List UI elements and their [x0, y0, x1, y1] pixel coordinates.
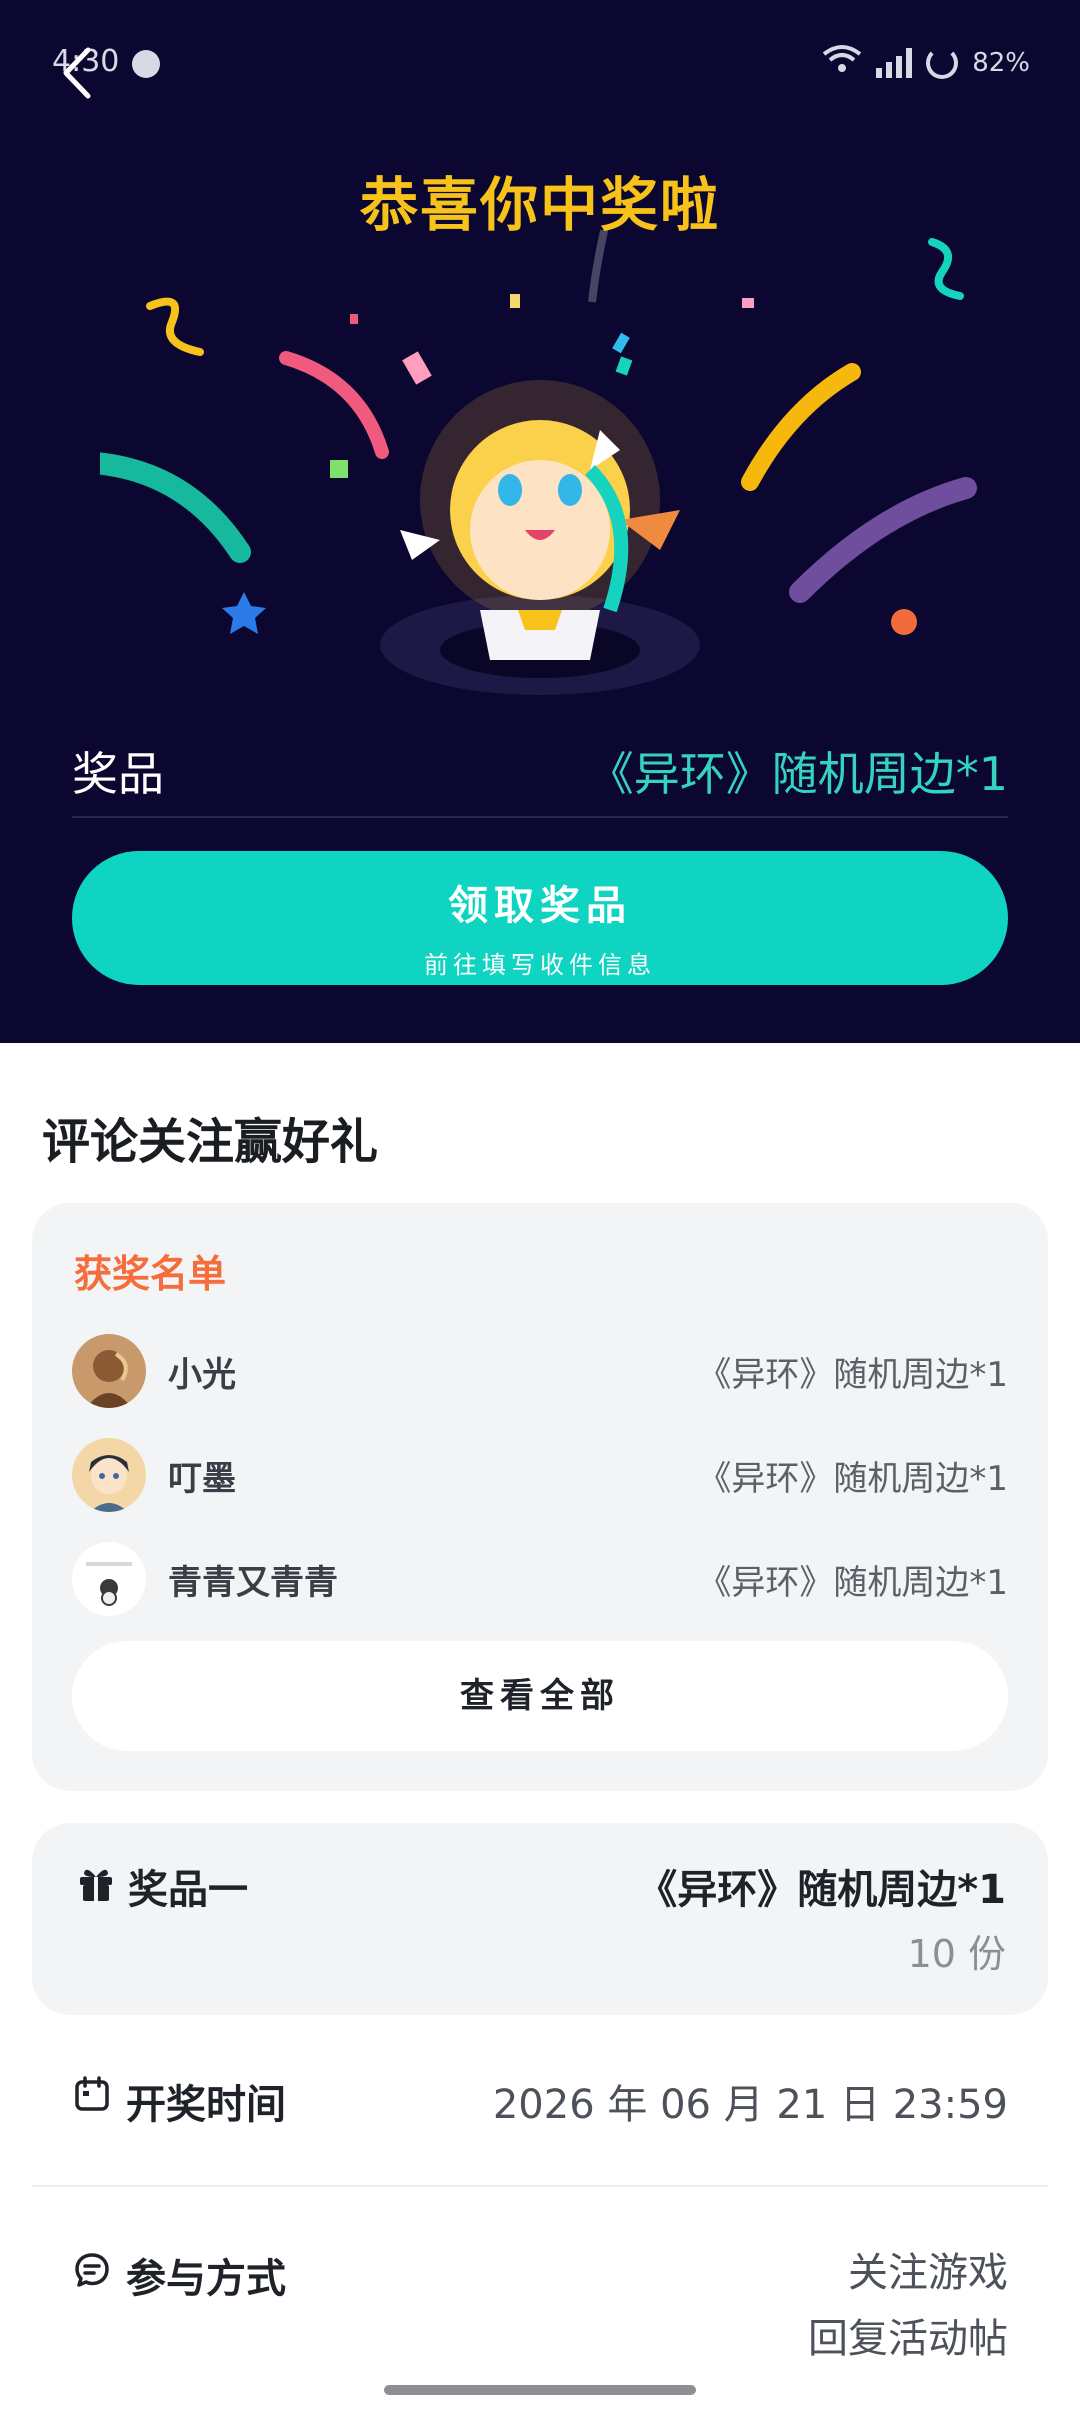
- participation-label: 参与方式: [126, 2256, 286, 2302]
- winner-prize: 《异环》随机周边*1: [697, 1354, 1008, 1395]
- claim-button-title: 领取奖品: [448, 883, 632, 929]
- avatar: [72, 1542, 146, 1616]
- draw-time-row: 开奖时间 2026 年 06 月 21 日 23:59: [72, 2068, 1008, 2132]
- prize-info-card: 奖品一 《异环》随机周边*1 10 份: [32, 1823, 1048, 2015]
- prize-tier-count: 10 份: [907, 1932, 1006, 1976]
- view-all-button[interactable]: 查看全部: [72, 1641, 1008, 1751]
- draw-time-label: 开奖时间: [126, 2082, 286, 2128]
- calendar-icon: [75, 2076, 109, 2111]
- wifi-icon: [822, 44, 862, 81]
- winners-heading: 获奖名单: [74, 1252, 227, 1296]
- prize-hero: 4:30 82% 恭喜你中奖啦 奖品 《异环》随机周边*1 领取奖品 前往填写收…: [0, 0, 1080, 1043]
- status-icons: 82%: [822, 44, 1030, 81]
- prize-tier-label: 奖品一: [128, 1867, 248, 1913]
- participation-method: 回复活动帖: [808, 2316, 1008, 2362]
- winner-row[interactable]: 青青又青青 《异环》随机周边*1: [72, 1541, 1008, 1617]
- battery-percent: 82%: [972, 47, 1030, 78]
- draw-time-value: 2026 年 06 月 21 日 23:59: [492, 2082, 1008, 2128]
- chevron-left-icon: [63, 47, 91, 99]
- avatar: [72, 1334, 146, 1408]
- celebration-illustration: [100, 230, 977, 695]
- section-title: 评论关注赢好礼: [42, 1114, 379, 1170]
- winner-prize: 《异环》随机周边*1: [697, 1458, 1008, 1499]
- avatar: [72, 1438, 146, 1512]
- prize-tier-name: 《异环》随机周边*1: [637, 1867, 1006, 1913]
- winner-row[interactable]: 小光 《异环》随机周边*1: [72, 1333, 1008, 1409]
- winner-name: 叮墨: [168, 1458, 236, 1499]
- hero-prize-value: 《异环》随机周边*1: [587, 747, 1008, 801]
- back-button[interactable]: [56, 44, 100, 102]
- signal-icon: [876, 47, 913, 78]
- home-indicator[interactable]: [384, 2385, 696, 2395]
- participation-value: 关注游戏 回复活动帖: [808, 2240, 1008, 2372]
- winners-card: 获奖名单 小光 《异环》随机周边*1 叮墨 《异环》随机周边*1 青青又青青 《…: [32, 1203, 1048, 1791]
- gift-icon: [80, 1869, 112, 1901]
- notification-icon: [132, 50, 160, 78]
- winner-row[interactable]: 叮墨 《异环》随机周边*1: [72, 1437, 1008, 1513]
- hero-prize-label: 奖品: [72, 747, 164, 801]
- participation-row: 参与方式 关注游戏 回复活动帖: [72, 2240, 1008, 2370]
- winner-name: 青青又青青: [168, 1562, 338, 1603]
- claim-prize-button[interactable]: 领取奖品 前往填写收件信息: [72, 851, 1008, 985]
- winner-prize: 《异环》随机周边*1: [697, 1562, 1008, 1603]
- winner-name: 小光: [168, 1354, 236, 1395]
- battery-icon: [926, 46, 959, 79]
- claim-button-subtitle: 前往填写收件信息: [424, 951, 656, 979]
- hero-prize-row: 奖品 《异环》随机周边*1: [72, 726, 1008, 818]
- divider: [32, 2185, 1048, 2187]
- participation-method: 关注游戏: [848, 2250, 1008, 2296]
- comment-icon: [75, 2253, 109, 2287]
- status-bar: 4:30 82%: [0, 0, 1080, 130]
